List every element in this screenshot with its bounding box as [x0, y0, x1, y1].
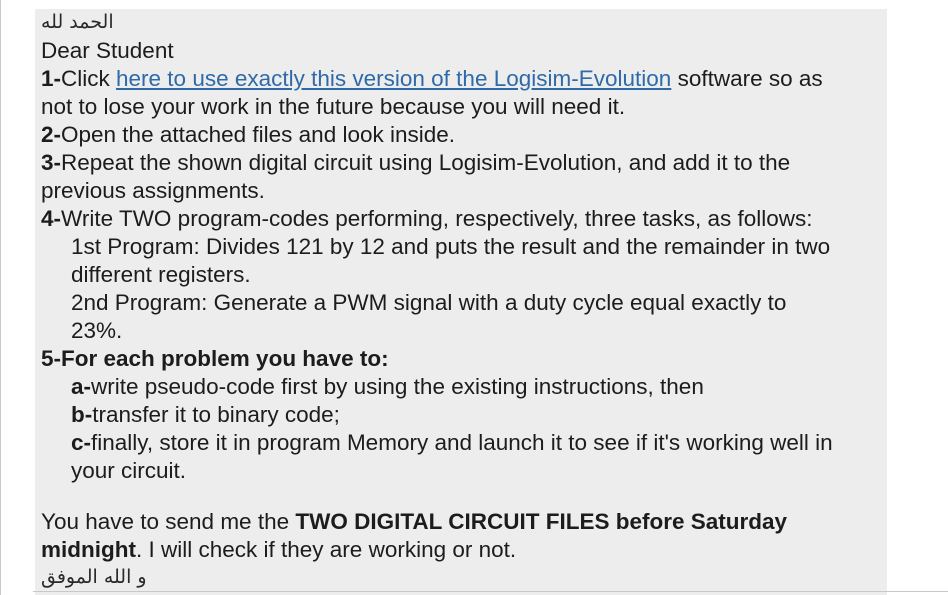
message-body: الحمد لله Dear Student 1-Click here to u…: [35, 9, 887, 595]
item-3: 3-Repeat the shown digital circuit using…: [41, 149, 887, 177]
item-5-text: For each problem you have to:: [61, 346, 389, 371]
item-2-text: Open the attached files and look inside.: [61, 122, 456, 147]
step-c: c-finally, store it in program Memory an…: [41, 429, 887, 457]
item-3-text: Repeat the shown digital circuit using L…: [61, 150, 791, 175]
step-c-line-2: your circuit.: [71, 458, 187, 483]
item-4-text: Write TWO program-codes performing, resp…: [61, 206, 813, 231]
item-4-number: 4-: [41, 206, 62, 231]
closing-line-1: You have to send me the TWO DIGITAL CIRC…: [41, 508, 887, 536]
program-2-line-2: 23%.: [71, 318, 123, 343]
step-b: b-transfer it to binary code;: [41, 401, 887, 429]
item-2-number: 2-: [41, 122, 62, 147]
closing-bold-2: midnight: [41, 537, 136, 562]
arabic-footer: و الله الموفق: [41, 566, 147, 588]
left-divider: [0, 0, 1, 595]
closing-line-2: midnight. I will check if they are worki…: [41, 536, 887, 564]
closing-text-after: . I will check if they are working or no…: [135, 537, 517, 562]
step-b-text: transfer it to binary code;: [92, 402, 340, 427]
item-1: 1-Click here to use exactly this version…: [41, 65, 887, 93]
step-b-label: b-: [71, 402, 93, 427]
step-c-label: c-: [71, 430, 92, 455]
step-a-text: write pseudo-code first by using the exi…: [91, 374, 704, 399]
greeting: Dear Student: [41, 38, 174, 63]
item-1-text-after: software so as: [671, 66, 823, 91]
logisim-download-link[interactable]: here to use exactly this version of the …: [116, 66, 671, 91]
item-1-number: 1-: [41, 66, 62, 91]
closing-text-before: You have to send me the: [41, 509, 296, 534]
item-4: 4-Write TWO program-codes performing, re…: [41, 205, 887, 233]
item-5: 5-For each problem you have to:: [41, 345, 887, 373]
item-3-number: 3-: [41, 150, 62, 175]
item-3-line-2: previous assignments.: [41, 178, 265, 203]
email-viewer: الحمد لله Dear Student 1-Click here to u…: [0, 0, 948, 595]
closing-bold-1: TWO DIGITAL CIRCUIT FILES before Saturda…: [295, 509, 788, 534]
program-1-line-2: different registers.: [71, 262, 251, 287]
program-1-line-1: 1st Program: Divides 121 by 12 and puts …: [71, 234, 831, 259]
item-5-number: 5-: [41, 346, 62, 371]
item-2: 2-Open the attached files and look insid…: [41, 121, 887, 149]
step-c-text: finally, store it in program Memory and …: [91, 430, 833, 455]
step-a: a-write pseudo-code first by using the e…: [41, 373, 887, 401]
arabic-header: الحمد لله: [41, 11, 114, 33]
program-2-line-1: 2nd Program: Generate a PWM signal with …: [71, 290, 787, 315]
item-1-text-before: Click: [61, 66, 117, 91]
bottom-divider: [33, 591, 948, 592]
item-1-line-2: not to lose your work in the future beca…: [41, 94, 626, 119]
step-a-label: a-: [71, 374, 92, 399]
